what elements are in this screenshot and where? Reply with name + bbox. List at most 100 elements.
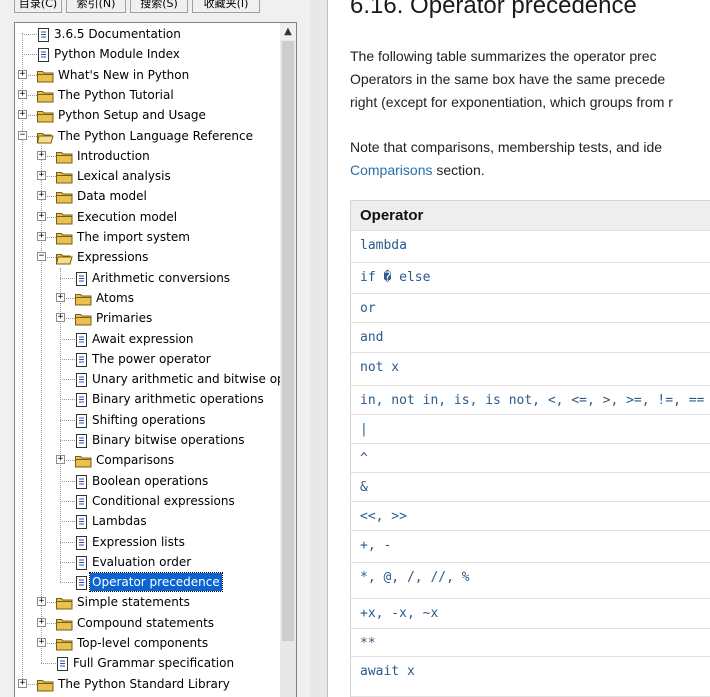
contents-tree: 3.6.5 Documentation Python Module Index + W… — [15, 23, 285, 697]
expand-plus-icon[interactable]: + — [56, 313, 65, 323]
tree-node-label: Lambdas — [92, 514, 147, 529]
expand-plus-icon[interactable]: + — [37, 597, 46, 607]
folder-icon — [37, 108, 54, 127]
expand-plus-icon[interactable]: + — [18, 110, 27, 120]
table-row: and — [351, 323, 710, 353]
tree-node[interactable]: Conditional expressions — [15, 491, 285, 511]
tree-node[interactable]: + Simple statements — [15, 592, 285, 612]
tree-node[interactable]: Operator precedence — [15, 572, 285, 593]
open-book-folder-icon — [36, 129, 54, 148]
tree-guide-line — [60, 277, 75, 279]
tab-favorites[interactable]: 收藏夹(I) — [192, 0, 260, 13]
tree-guide-line — [60, 399, 75, 401]
table-cell-operator: not x — [360, 360, 400, 375]
folder-icon — [56, 230, 73, 249]
expand-plus-icon[interactable]: + — [37, 211, 46, 221]
tree-node[interactable]: + Compound statements — [15, 613, 285, 633]
expand-plus-icon[interactable]: + — [37, 232, 46, 241]
table-cell-operator: & — [360, 480, 368, 495]
tree-node-label: Unary arithmetic and bitwise op — [92, 372, 285, 387]
tree-guide-line — [60, 541, 75, 543]
tree-node-label: Comparisons — [96, 453, 175, 468]
table-cell-operator: +x, -x, ~x — [360, 606, 439, 621]
document-page-icon — [75, 494, 88, 513]
tree-node[interactable]: Evaluation order — [15, 552, 285, 572]
tree-node-label: 3.6.5 Documentation — [54, 27, 181, 41]
tree-node[interactable]: + Primaries — [15, 308, 285, 328]
tab-search[interactable]: 搜索(S) — [130, 0, 188, 13]
tree-node[interactable]: + Python Setup and Usage — [15, 105, 285, 125]
expand-plus-icon[interactable]: + — [37, 617, 46, 627]
collapse-minus-icon[interactable]: − — [37, 252, 46, 262]
tree-node-label: Await expression — [92, 331, 194, 346]
tree-node[interactable]: Arithmetic conversions — [15, 268, 285, 288]
tree-node[interactable]: + Lexical analysis — [15, 166, 285, 186]
tree-node[interactable]: Python Module Index — [15, 44, 285, 64]
tree-node[interactable]: The power operator — [15, 349, 285, 369]
pane-splitter[interactable] — [310, 0, 328, 697]
expand-plus-icon[interactable]: + — [18, 69, 27, 79]
scroll-thumb[interactable] — [282, 41, 294, 641]
tree-node-label: What's New in Python — [58, 67, 190, 82]
tree-node-label: Expressions — [77, 250, 149, 265]
tree-node-label: Binary bitwise operations — [92, 433, 245, 447]
document-page-icon — [75, 372, 88, 391]
tree-guide-line — [60, 440, 75, 441]
tree-guide-line — [60, 419, 75, 421]
table-row: <<, >> — [351, 502, 710, 531]
scroll-up-arrow-icon[interactable]: ▲ — [280, 23, 296, 40]
tree-scrollbar[interactable]: ▲ — [280, 23, 296, 697]
tree-node[interactable]: + Atoms — [15, 288, 285, 308]
tree-node[interactable]: Binary arithmetic operations — [15, 389, 285, 409]
tree-guide-line — [60, 338, 75, 340]
expand-plus-icon[interactable]: + — [37, 150, 46, 160]
document-page-icon — [75, 474, 88, 493]
tree-node[interactable]: + Top-level components — [15, 633, 285, 653]
comparisons-link[interactable]: Comparisons — [350, 162, 432, 178]
tree-node[interactable]: Expression lists — [15, 532, 285, 552]
intro-paragraph-line: right (except for exponentiation, which … — [350, 94, 673, 110]
expand-plus-icon[interactable]: + — [18, 89, 27, 99]
tree-node[interactable]: Lambdas — [15, 511, 285, 531]
tree-node-label: Operator precedence — [89, 572, 223, 593]
tree-node[interactable]: Full Grammar specification — [15, 653, 285, 673]
expand-plus-icon[interactable]: + — [18, 678, 27, 688]
tree-node[interactable]: Boolean operations — [15, 471, 285, 491]
tree-node[interactable]: + Comparisons — [15, 450, 285, 470]
tree-node-label: Primaries — [96, 311, 153, 326]
tree-node-label: The Python Tutorial — [58, 87, 174, 102]
tree-node[interactable]: − The Python Language Reference — [15, 126, 285, 146]
document-page-icon — [37, 27, 50, 46]
expand-plus-icon[interactable]: + — [56, 292, 65, 302]
tree-node[interactable]: 3.6.5 Documentation — [15, 24, 285, 44]
tree-guide-line — [60, 561, 75, 563]
tree-node[interactable]: Await expression — [15, 329, 285, 349]
tab-index[interactable]: 索引(N) — [66, 0, 126, 13]
tree-node[interactable]: + The Python Tutorial — [15, 85, 285, 105]
expand-plus-icon[interactable]: + — [37, 191, 46, 201]
expand-plus-icon[interactable]: + — [37, 171, 46, 181]
tree-node[interactable]: + The import system — [15, 227, 285, 247]
tree-node[interactable]: Binary bitwise operations — [15, 430, 285, 450]
page-title: 6.16. Operator precedence — [350, 0, 637, 19]
contents-tree-panel: 3.6.5 Documentation Python Module Index + W… — [14, 22, 297, 697]
tree-node[interactable]: + Data model — [15, 186, 285, 206]
tree-node[interactable]: Shifting operations — [15, 410, 285, 430]
note-paragraph-line: Note that comparisons, membership tests,… — [350, 139, 663, 155]
expand-plus-icon[interactable]: + — [56, 455, 65, 465]
folder-icon — [56, 189, 73, 208]
folder-icon — [56, 616, 73, 635]
tab-contents[interactable]: 目录(C) — [14, 0, 62, 13]
tree-node[interactable]: − Expressions — [15, 247, 285, 267]
table-row: await x — [351, 657, 710, 697]
document-page-icon — [75, 271, 88, 290]
collapse-minus-icon[interactable]: − — [18, 130, 27, 140]
tree-node[interactable]: + What's New in Python — [15, 65, 285, 85]
tree-node[interactable]: + Introduction — [15, 146, 285, 166]
tree-node[interactable]: + The Python Standard Library — [15, 674, 285, 694]
tree-node-label: The power operator — [92, 351, 211, 366]
tree-node[interactable]: + Execution model — [15, 207, 285, 227]
expand-plus-icon[interactable]: + — [37, 638, 46, 647]
tree-node[interactable]: Unary arithmetic and bitwise op — [15, 369, 285, 389]
table-row: +, - — [351, 531, 710, 563]
